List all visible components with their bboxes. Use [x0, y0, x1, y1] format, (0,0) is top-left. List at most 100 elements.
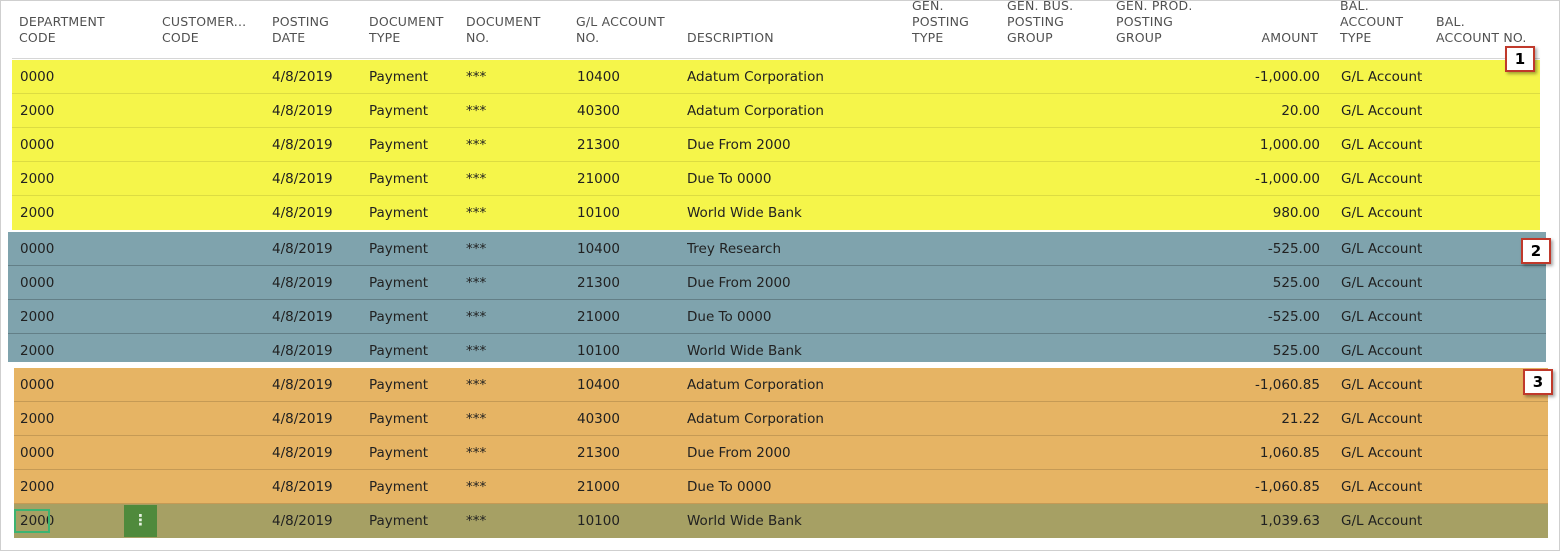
- cell-amount[interactable]: 1,060.85: [1200, 436, 1320, 470]
- cell-bal-account-type[interactable]: G/L Account: [1341, 232, 1422, 266]
- cell-document-type[interactable]: Payment: [369, 162, 428, 196]
- journal-line-row[interactable]: 2000 4/8/2019 Payment *** 10100 World Wide Ba…: [12, 196, 1540, 230]
- cell-department-code[interactable]: 0000: [20, 60, 54, 94]
- cell-description[interactable]: World Wide Bank: [687, 334, 802, 368]
- cell-bal-account-type[interactable]: G/L Account: [1341, 128, 1422, 162]
- cell-posting-date[interactable]: 4/8/2019: [272, 196, 333, 230]
- cell-description[interactable]: Adatum Corporation: [687, 402, 824, 436]
- cell-posting-date[interactable]: 4/8/2019: [272, 128, 333, 162]
- col-header-bal-account-type[interactable]: BAL. ACCOUNT TYPE: [1340, 0, 1403, 46]
- cell-document-type[interactable]: Payment: [369, 60, 428, 94]
- cell-amount[interactable]: -1,060.85: [1200, 368, 1320, 402]
- journal-line-row[interactable]: 0000 4/8/2019 Payment *** 10400 Adatum Corpor…: [12, 60, 1540, 94]
- cell-department-code[interactable]: 2000: [20, 334, 54, 368]
- cell-bal-account-type[interactable]: G/L Account: [1341, 368, 1422, 402]
- cell-document-no[interactable]: ***: [466, 196, 486, 230]
- cell-department-code[interactable]: 0000: [20, 368, 54, 402]
- cell-description[interactable]: World Wide Bank: [687, 504, 802, 538]
- cell-amount[interactable]: 525.00: [1200, 334, 1320, 368]
- cell-amount[interactable]: 980.00: [1200, 196, 1320, 230]
- cell-document-type[interactable]: Payment: [369, 266, 428, 300]
- cell-department-code[interactable]: 0000: [20, 128, 54, 162]
- journal-line-row[interactable]: 0000 4/8/2019 Payment *** 21300 Due From 2000…: [8, 266, 1546, 300]
- cell-document-no[interactable]: ***: [466, 334, 486, 368]
- col-header-customer-code[interactable]: CUSTOMER... CODE: [162, 14, 246, 46]
- cell-description[interactable]: Due From 2000: [687, 128, 791, 162]
- cell-posting-date[interactable]: 4/8/2019: [272, 232, 333, 266]
- cell-gl-account-no[interactable]: 10100: [577, 504, 620, 538]
- cell-bal-account-type[interactable]: G/L Account: [1341, 94, 1422, 128]
- cell-document-type[interactable]: Payment: [369, 94, 428, 128]
- cell-gl-account-no[interactable]: 21000: [577, 300, 620, 334]
- cell-bal-account-type[interactable]: G/L Account: [1341, 436, 1422, 470]
- cell-amount[interactable]: 21.22: [1200, 402, 1320, 436]
- col-header-gen-posting-type[interactable]: GEN. POSTING TYPE: [912, 0, 969, 46]
- cell-bal-account-type[interactable]: G/L Account: [1341, 266, 1422, 300]
- col-header-description[interactable]: DESCRIPTION: [687, 30, 774, 46]
- cell-description[interactable]: Due To 0000: [687, 300, 771, 334]
- cell-amount[interactable]: -1,060.85: [1200, 470, 1320, 504]
- col-header-document-no[interactable]: DOCUMENT NO.: [466, 14, 541, 46]
- cell-document-no[interactable]: ***: [466, 436, 486, 470]
- cell-bal-account-type[interactable]: G/L Account: [1341, 402, 1422, 436]
- cell-posting-date[interactable]: 4/8/2019: [272, 504, 333, 538]
- col-header-amount[interactable]: AMOUNT: [1220, 30, 1318, 46]
- cell-posting-date[interactable]: 4/8/2019: [272, 334, 333, 368]
- cell-gl-account-no[interactable]: 21300: [577, 266, 620, 300]
- cell-gl-account-no[interactable]: 21300: [577, 128, 620, 162]
- cell-department-code[interactable]: 2000: [20, 196, 54, 230]
- cell-gl-account-no[interactable]: 10400: [577, 60, 620, 94]
- cell-description[interactable]: Adatum Corporation: [687, 368, 824, 402]
- cell-bal-account-type[interactable]: G/L Account: [1341, 300, 1422, 334]
- cell-posting-date[interactable]: 4/8/2019: [272, 266, 333, 300]
- cell-document-type[interactable]: Payment: [369, 368, 428, 402]
- col-header-gl-account-no[interactable]: G/L ACCOUNT NO.: [576, 14, 665, 46]
- journal-line-row[interactable]: 0000 4/8/2019 Payment *** 10400 Trey Research…: [8, 232, 1546, 266]
- cell-posting-date[interactable]: 4/8/2019: [272, 402, 333, 436]
- cell-bal-account-type[interactable]: G/L Account: [1341, 334, 1422, 368]
- journal-line-row[interactable]: 2000 4/8/2019 Payment *** 40300 Adatum Corpor…: [12, 94, 1540, 128]
- cell-bal-account-type[interactable]: G/L Account: [1341, 162, 1422, 196]
- cell-document-type[interactable]: Payment: [369, 470, 428, 504]
- col-header-gen-prod-posting-group[interactable]: GEN. PROD. POSTING GROUP: [1116, 0, 1193, 46]
- cell-posting-date[interactable]: 4/8/2019: [272, 162, 333, 196]
- cell-department-code[interactable]: 0000: [20, 232, 54, 266]
- cell-department-code[interactable]: 0000: [20, 436, 54, 470]
- cell-amount[interactable]: 1,000.00: [1200, 128, 1320, 162]
- journal-line-row[interactable]: 2000 4/8/2019 Payment *** 21000 Due To 0000 -1…: [12, 162, 1540, 196]
- cell-document-type[interactable]: Payment: [369, 402, 428, 436]
- journal-line-row[interactable]: 2000 4/8/2019 Payment *** 40300 Adatum Corpor…: [14, 402, 1548, 436]
- cell-document-no[interactable]: ***: [466, 94, 486, 128]
- cell-amount[interactable]: 1,039.63: [1200, 504, 1320, 538]
- journal-line-row[interactable]: 0000 4/8/2019 Payment *** 21300 Due From 2000…: [14, 436, 1548, 470]
- cell-gl-account-no[interactable]: 21300: [577, 436, 620, 470]
- cell-gl-account-no[interactable]: 10400: [577, 232, 620, 266]
- cell-document-no[interactable]: ***: [466, 300, 486, 334]
- cell-document-type[interactable]: Payment: [369, 300, 428, 334]
- cell-posting-date[interactable]: 4/8/2019: [272, 470, 333, 504]
- cell-document-type[interactable]: Payment: [369, 436, 428, 470]
- cell-document-type[interactable]: Payment: [369, 232, 428, 266]
- cell-description[interactable]: Due To 0000: [687, 470, 771, 504]
- cell-posting-date[interactable]: 4/8/2019: [272, 436, 333, 470]
- cell-document-no[interactable]: ***: [466, 470, 486, 504]
- cell-document-type[interactable]: Payment: [369, 196, 428, 230]
- col-header-posting-date[interactable]: POSTING DATE: [272, 14, 329, 46]
- col-header-department-code[interactable]: DEPARTMENT CODE: [19, 14, 105, 46]
- cell-department-code[interactable]: 0000: [20, 266, 54, 300]
- cell-department-code[interactable]: 2000: [20, 300, 54, 334]
- cell-bal-account-type[interactable]: G/L Account: [1341, 60, 1422, 94]
- cell-gl-account-no[interactable]: 10100: [577, 334, 620, 368]
- cell-document-no[interactable]: ***: [466, 162, 486, 196]
- journal-line-row[interactable]: 2000 4/8/2019 Payment *** 10100 World Wide Ba…: [8, 334, 1546, 368]
- cell-amount[interactable]: 525.00: [1200, 266, 1320, 300]
- cell-document-no[interactable]: ***: [466, 504, 486, 538]
- cell-document-no[interactable]: ***: [466, 128, 486, 162]
- cell-gl-account-no[interactable]: 10100: [577, 196, 620, 230]
- cell-document-type[interactable]: Payment: [369, 334, 428, 368]
- cell-amount[interactable]: -1,000.00: [1200, 60, 1320, 94]
- cell-gl-account-no[interactable]: 10400: [577, 368, 620, 402]
- cell-posting-date[interactable]: 4/8/2019: [272, 368, 333, 402]
- cell-document-no[interactable]: ***: [466, 402, 486, 436]
- cell-description[interactable]: Trey Research: [687, 232, 781, 266]
